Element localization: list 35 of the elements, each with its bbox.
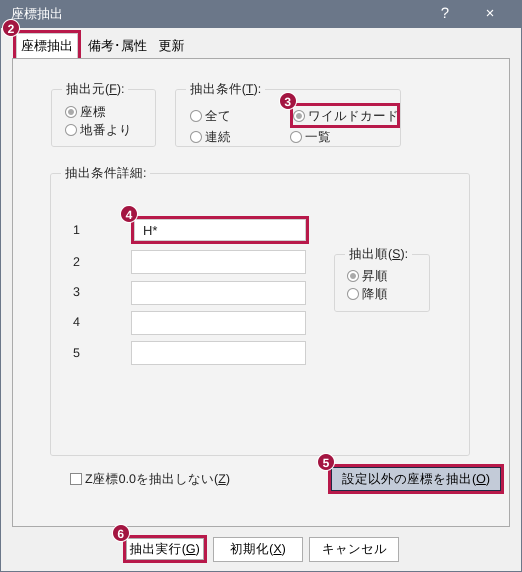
step-badge: 6 — [112, 524, 130, 542]
tab[interactable]: 座標抽出 — [16, 33, 78, 58]
radio-option[interactable]: 降順 — [347, 285, 429, 303]
radio-option[interactable]: 昇順 — [347, 267, 429, 285]
row-number: 5 — [72, 344, 81, 362]
radio-option[interactable]: 一覧 — [290, 128, 400, 146]
text-field[interactable] — [131, 310, 306, 335]
checkbox[interactable]: Z座標0.0を抽出しない(Z) — [70, 470, 230, 488]
text-field[interactable] — [131, 250, 306, 274]
group-label: 抽出条件詳細: — [61, 165, 150, 181]
radio-option[interactable]: 連続 — [190, 128, 290, 146]
tab[interactable]: 備考･属性 — [84, 34, 152, 58]
dialog-button[interactable]: 初期化(X) — [213, 536, 303, 562]
dialog-button[interactable]: 抽出実行(G) — [126, 538, 204, 560]
text-field[interactable] — [131, 341, 306, 365]
step-badge: 3 — [278, 92, 297, 110]
text-field[interactable] — [131, 280, 306, 304]
step-badge: 4 — [120, 205, 138, 223]
row-number: 2 — [72, 254, 81, 271]
group-label: 抽出順(S): — [345, 246, 412, 262]
help-button[interactable]: ? — [424, 2, 466, 26]
group-label: 抽出条件(T): — [186, 81, 266, 97]
group-label: 抽出元(F): — [62, 81, 128, 97]
radio-option[interactable]: 座標 — [65, 103, 155, 121]
dialog-button[interactable]: キャンセル — [309, 536, 400, 562]
close-button[interactable]: × — [469, 2, 511, 26]
row-number: 3 — [72, 284, 81, 302]
radio-option[interactable]: ワイルドカード — [292, 107, 399, 125]
row-number: 1 — [72, 222, 81, 239]
exclude-button[interactable]: 設定以外の座標を抽出(O) — [331, 467, 501, 491]
text-field[interactable]: H* — [134, 219, 306, 241]
row-number: 4 — [72, 314, 81, 332]
step-badge: 5 — [317, 453, 335, 471]
tab[interactable]: 更新 — [154, 34, 188, 58]
radio-option[interactable]: 地番より — [65, 121, 155, 139]
